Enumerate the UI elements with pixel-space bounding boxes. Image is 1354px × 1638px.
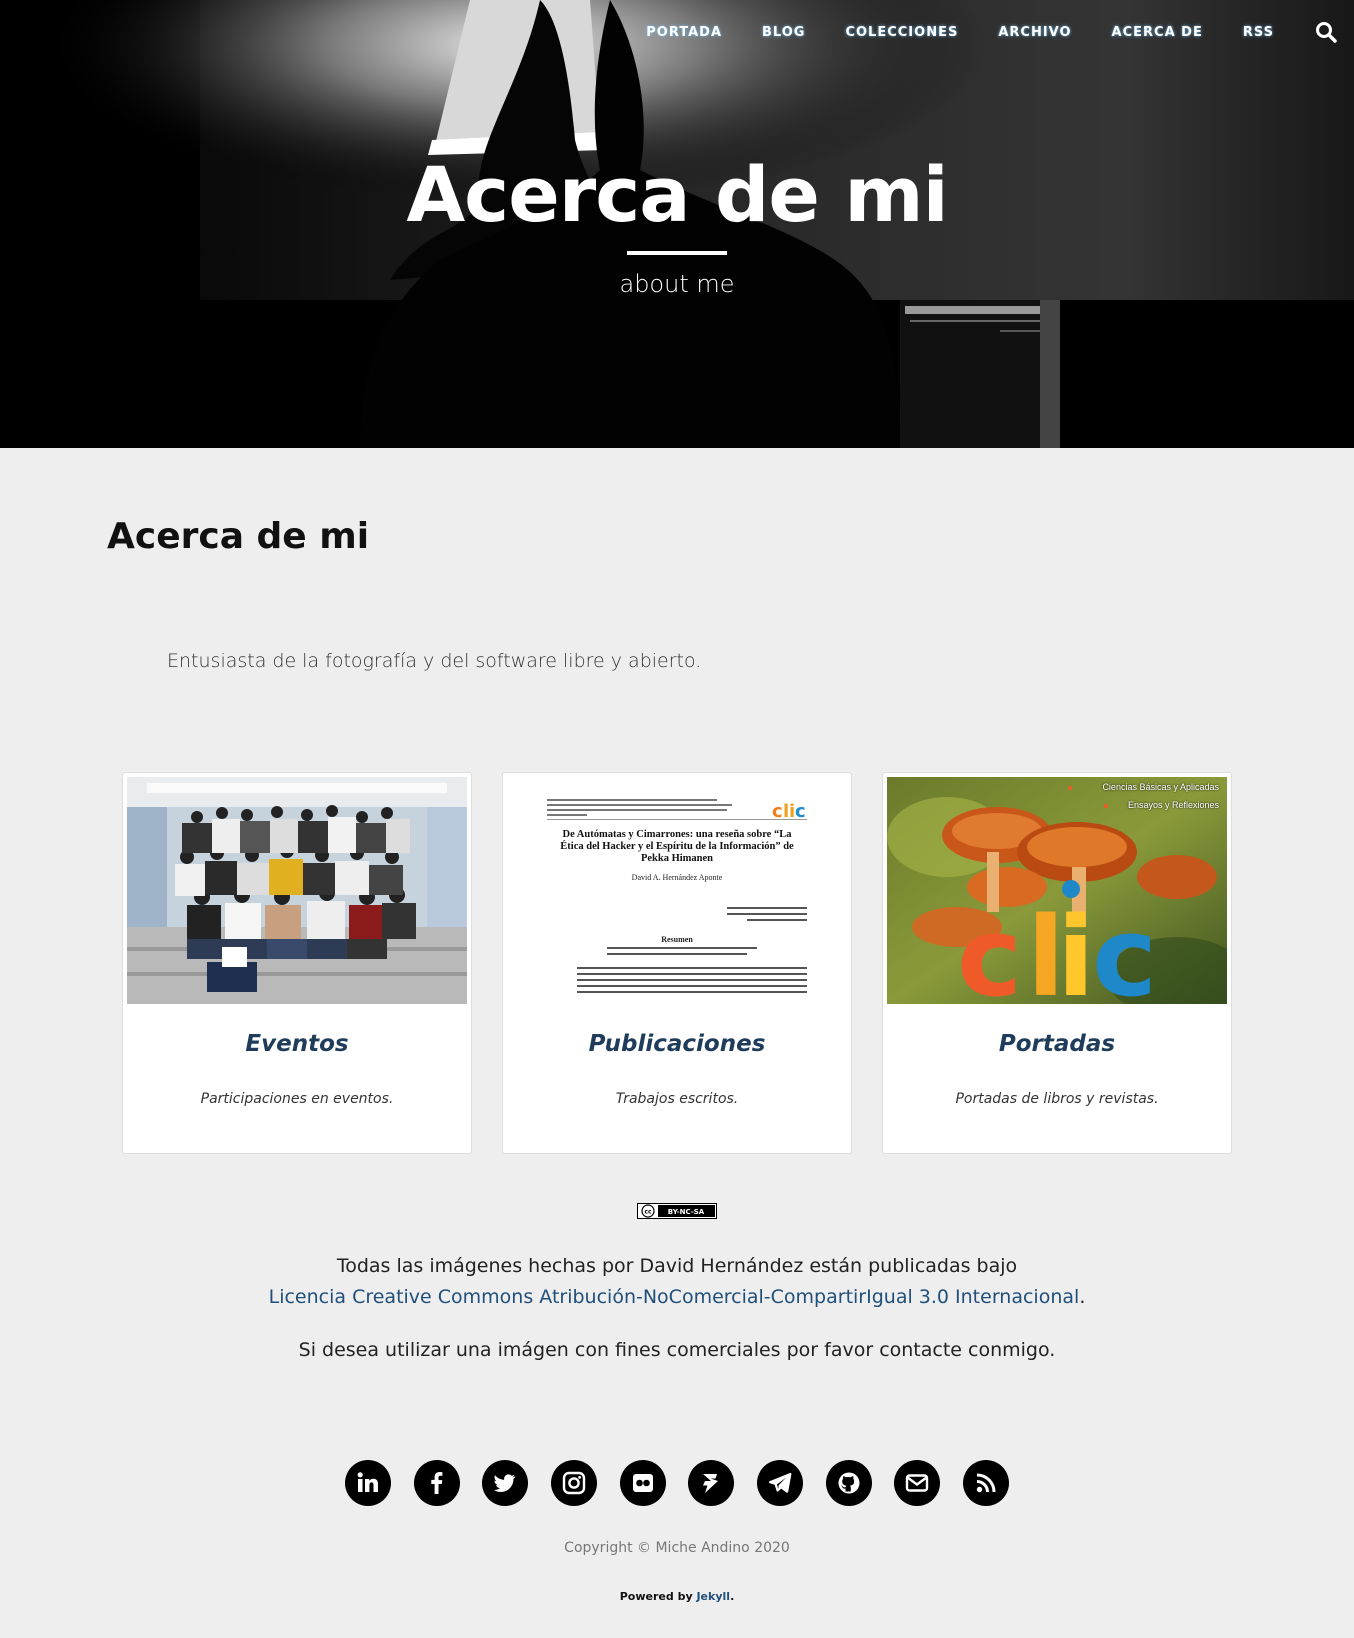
hero-subtitle: about me: [619, 270, 735, 298]
cc-license-badge[interactable]: cc BY-NC-SA: [637, 1203, 717, 1219]
publication-section: Resumen: [661, 935, 693, 944]
jekyll-link[interactable]: Jekyll: [696, 1590, 730, 1603]
main-nav: PORTADA BLOG COLECCIONES ARCHIVO ACERCA …: [646, 20, 1354, 44]
instagram-icon[interactable]: [550, 1460, 597, 1506]
portada-tag: Ciencias Básicas y Aplicadas: [1102, 782, 1219, 792]
hero-header: PORTADA BLOG COLECCIONES ARCHIVO ACERCA …: [0, 0, 1354, 448]
publication-author: David A. Hernández Aponte: [631, 873, 723, 882]
svg-text:i: i: [1057, 893, 1095, 1004]
card-eventos[interactable]: Eventos Participaciones en eventos.: [122, 772, 472, 1154]
card-title[interactable]: Publicaciones: [503, 1031, 851, 1057]
nav-item-colecciones[interactable]: COLECCIONES: [845, 25, 958, 40]
search-icon[interactable]: [1314, 20, 1338, 44]
license-link[interactable]: Licencia Creative Commons Atribución-NoC…: [269, 1286, 1080, 1308]
card-description: Participaciones en eventos.: [200, 1091, 394, 1107]
eventos-thumbnail[interactable]: [127, 777, 467, 1004]
card-description: Portadas de libros y revistas.: [955, 1091, 1159, 1107]
diaspora-icon[interactable]: [688, 1460, 735, 1506]
github-icon[interactable]: [825, 1460, 872, 1506]
cc-badge-text: BY-NC-SA: [668, 1208, 705, 1216]
card-description: Trabajos escritos.: [615, 1091, 739, 1107]
collections-cards: Eventos Participaciones en eventos. clic…: [122, 772, 1232, 1154]
flickr-icon[interactable]: [619, 1460, 666, 1506]
email-icon[interactable]: [894, 1460, 941, 1506]
powered-by-suffix: .: [730, 1590, 735, 1603]
telegram-icon[interactable]: [756, 1460, 803, 1506]
license-text: Todas las imágenes hechas por David Hern…: [336, 1255, 1018, 1277]
card-title[interactable]: Portadas: [883, 1031, 1231, 1057]
svg-text:c: c: [1092, 893, 1157, 1004]
portada-tag: Ensayos y Reflexiones: [1127, 800, 1219, 810]
svg-text:c: c: [957, 893, 1022, 1004]
svg-text:c: c: [772, 801, 783, 822]
svg-text:cc: cc: [644, 1209, 652, 1216]
copyright: Copyright © Miche Andino 2020: [564, 1540, 790, 1556]
rss-icon[interactable]: [962, 1460, 1009, 1506]
facebook-icon[interactable]: [413, 1460, 460, 1506]
license-period: .: [1079, 1286, 1086, 1308]
hero-divider: [627, 251, 727, 255]
powered-by: Powered by Jekyll.: [0, 1590, 1354, 1603]
card-title[interactable]: Eventos: [123, 1031, 471, 1057]
svg-text:c: c: [795, 801, 806, 822]
hero-title: Acerca de mi: [406, 150, 948, 239]
linkedin-icon[interactable]: [345, 1460, 391, 1506]
twitter-icon[interactable]: [482, 1460, 529, 1506]
page-title: Acerca de mi: [107, 516, 370, 557]
powered-by-text: Powered by: [619, 1590, 697, 1603]
publicaciones-thumbnail[interactable]: clic De Autómatas y Cimarrones: una rese…: [507, 777, 847, 1004]
license-statement: Todas las imágenes hechas por David Hern…: [0, 1251, 1354, 1313]
card-publicaciones[interactable]: clic De Autómatas y Cimarrones: una rese…: [502, 772, 852, 1154]
nav-item-blog[interactable]: BLOG: [762, 25, 805, 40]
nav-item-acerca-de[interactable]: ACERCA DE: [1112, 25, 1203, 40]
publication-heading: De Autómatas y Cimarrones: una reseña so…: [560, 829, 794, 864]
intro-text: Entusiasta de la fotografía y del softwa…: [167, 650, 702, 672]
commercial-contact-note: Si desea utilizar una imágen con fines c…: [298, 1339, 1056, 1361]
nav-item-portada[interactable]: PORTADA: [646, 25, 722, 40]
card-portadas[interactable]: c l i c Ciencias Básicas y Aplicadas Ens…: [882, 772, 1232, 1154]
nav-item-archivo[interactable]: ARCHIVO: [998, 25, 1071, 40]
social-links: [345, 1460, 1009, 1506]
nav-item-rss[interactable]: RSS: [1243, 25, 1274, 40]
portadas-thumbnail[interactable]: c l i c Ciencias Básicas y Aplicadas Ens…: [887, 777, 1227, 1004]
